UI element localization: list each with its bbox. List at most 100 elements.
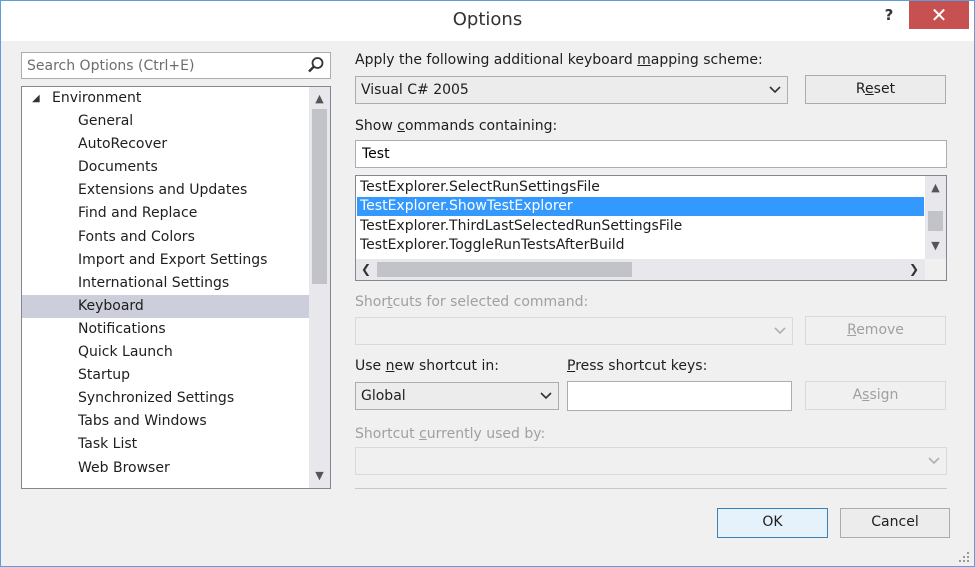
tree-item-label: General — [78, 113, 134, 130]
label-text: apping scheme: — [650, 52, 763, 68]
tree-item-task-list[interactable]: Task List — [22, 433, 309, 456]
shortcuts-select[interactable] — [355, 317, 793, 345]
dialog-title: Options — [452, 9, 523, 30]
access-key: c — [419, 426, 427, 442]
label-text: Shortcut — [355, 426, 420, 442]
label-text: Apply the following additional keyboard — [355, 52, 638, 68]
chevron-down-icon[interactable] — [927, 448, 941, 474]
tree-item-label: Find and Replace — [78, 205, 198, 222]
scrollbar-thumb[interactable] — [312, 109, 327, 284]
remove-button[interactable]: Remove — [805, 316, 946, 345]
expanded-triangle-icon[interactable]: ◢ — [32, 87, 40, 110]
assign-button[interactable]: Assign — [805, 381, 946, 410]
tree-item-fonts-and-colors[interactable]: Fonts and Colors — [22, 226, 309, 249]
tree-item-tabs-and-windows[interactable]: Tabs and Windows — [22, 410, 309, 433]
command-list-item[interactable]: TestExplorer.SelectRunSettingsFile — [357, 178, 924, 197]
tree-item-keyboard[interactable]: Keyboard — [22, 294, 309, 318]
scrollbar-thumb[interactable] — [928, 211, 943, 231]
options-tree-list: ◢ Environment General AutoRecover Document… — [22, 87, 309, 480]
commands-list[interactable]: TestExplorer.SelectRunSettingsFile TestEx… — [355, 175, 947, 281]
shortcut-used-by-label: Shortcut currently used by: — [355, 426, 545, 442]
tree-item-synchronized-settings[interactable]: Synchronized Settings — [22, 387, 309, 410]
options-tree[interactable]: ◢ Environment General AutoRecover Document… — [21, 86, 331, 489]
label-text: sign — [869, 387, 899, 403]
search-icon[interactable] — [306, 55, 326, 75]
tree-item-international-settings[interactable]: International Settings — [22, 272, 309, 295]
tree-item-label: International Settings — [78, 274, 230, 291]
tree-item-label: Keyboard — [78, 297, 144, 314]
scrollbar-thumb[interactable] — [377, 262, 632, 277]
tree-item-label: Web Browser — [78, 459, 170, 476]
chevron-down-icon[interactable] — [773, 318, 787, 344]
chevron-right-icon[interactable]: ❯ — [904, 259, 924, 280]
press-shortcut-keys-label: Press shortcut keys: — [567, 358, 707, 374]
show-commands-label: Show commands containing: — [355, 118, 557, 134]
tree-item-notifications[interactable]: Notifications — [22, 318, 309, 341]
resize-grip-icon[interactable] — [958, 551, 970, 563]
commands-horizontal-scrollbar[interactable]: ❮ ❯ — [356, 259, 925, 280]
tree-item-environment[interactable]: ◢ Environment — [22, 87, 309, 110]
selected-value: Global — [361, 388, 406, 404]
tree-item-quick-launch[interactable]: Quick Launch — [22, 341, 309, 364]
access-key: c — [397, 118, 405, 134]
command-list-item[interactable]: TestExplorer.ShowTestExplorer — [357, 197, 924, 217]
command-filter-input[interactable] — [356, 141, 946, 167]
shortcut-used-by-select[interactable] — [355, 447, 947, 475]
tree-item-label: Notifications — [78, 320, 166, 337]
mapping-scheme-label: Apply the following additional keyboard … — [355, 52, 763, 68]
shortcut-keys-input[interactable] — [568, 382, 791, 410]
chevron-down-icon[interactable] — [539, 383, 553, 409]
mapping-scheme-select[interactable]: Visual C# 2005 — [355, 76, 788, 104]
chevron-down-icon[interactable]: ▼ — [925, 236, 946, 256]
command-list-item[interactable]: TestExplorer.ToggleRunTestsAfterBuild — [357, 236, 924, 255]
tree-item-label: Fonts and Colors — [78, 228, 195, 245]
label-text: cuts for selected command: — [392, 294, 589, 310]
tree-item-startup[interactable]: Startup — [22, 364, 309, 387]
tree-item-label: Extensions and Updates — [78, 182, 248, 199]
search-input[interactable] — [23, 54, 303, 77]
shortcut-scope-select[interactable]: Global — [355, 382, 559, 410]
close-button[interactable]: ✕ — [909, 1, 969, 29]
shortcuts-label: Shortcuts for selected command: — [355, 294, 588, 310]
tree-item-general[interactable]: General — [22, 110, 309, 133]
tree-item-label: Environment — [52, 90, 142, 106]
chevron-up-icon[interactable]: ▲ — [309, 89, 330, 109]
help-button[interactable]: ? — [879, 6, 899, 26]
divider — [355, 488, 947, 489]
close-icon: ✕ — [930, 3, 948, 27]
selected-value: Visual C# 2005 — [361, 82, 469, 98]
tree-item-label: Quick Launch — [78, 344, 173, 361]
use-new-shortcut-label: Use new shortcut in: — [355, 358, 499, 374]
chevron-down-icon[interactable]: ▼ — [309, 466, 330, 486]
tree-item-autorecover[interactable]: AutoRecover — [22, 133, 309, 156]
ok-button[interactable]: OK — [717, 508, 828, 538]
scrollbar-corner — [925, 259, 946, 280]
reset-button[interactable]: Reset — [805, 75, 946, 104]
label-text: A — [852, 387, 863, 403]
tree-vertical-scrollbar[interactable]: ▲ ▼ — [309, 87, 330, 488]
shortcut-keys-field[interactable] — [567, 381, 792, 411]
chevron-left-icon[interactable]: ❮ — [356, 259, 376, 280]
chevron-up-icon[interactable]: ▲ — [925, 178, 946, 198]
tree-item-import-and-export-settings[interactable]: Import and Export Settings — [22, 249, 309, 272]
label-text: R — [855, 81, 866, 97]
command-list-item[interactable]: TestExplorer.ThirdLastSelectedRunSetting… — [357, 217, 924, 236]
tree-item-find-and-replace[interactable]: Find and Replace — [22, 202, 309, 225]
search-box[interactable] — [21, 52, 331, 79]
chevron-down-icon[interactable] — [768, 77, 782, 103]
label-text: ress shortcut keys: — [575, 358, 708, 374]
command-filter-field[interactable] — [355, 140, 947, 168]
tree-item-documents[interactable]: Documents — [22, 156, 309, 179]
tree-item-label: Synchronized Settings — [78, 390, 235, 407]
label-text: emove — [856, 322, 904, 338]
title-bar: Options ? ✕ — [1, 1, 974, 41]
commands-vertical-scrollbar[interactable]: ▲ ▼ — [925, 176, 946, 260]
tree-item-label: Documents — [78, 159, 158, 176]
options-dialog: Options ? ✕ ◢ Environment General AutoRec… — [0, 0, 975, 567]
cancel-button[interactable]: Cancel — [840, 508, 950, 538]
tree-item-extensions-and-updates[interactable]: Extensions and Updates — [22, 179, 309, 202]
tree-item-web-browser[interactable]: Web Browser — [22, 457, 309, 480]
access-key: m — [637, 52, 651, 68]
label-text: Shor — [355, 294, 388, 310]
access-key: P — [567, 358, 576, 374]
